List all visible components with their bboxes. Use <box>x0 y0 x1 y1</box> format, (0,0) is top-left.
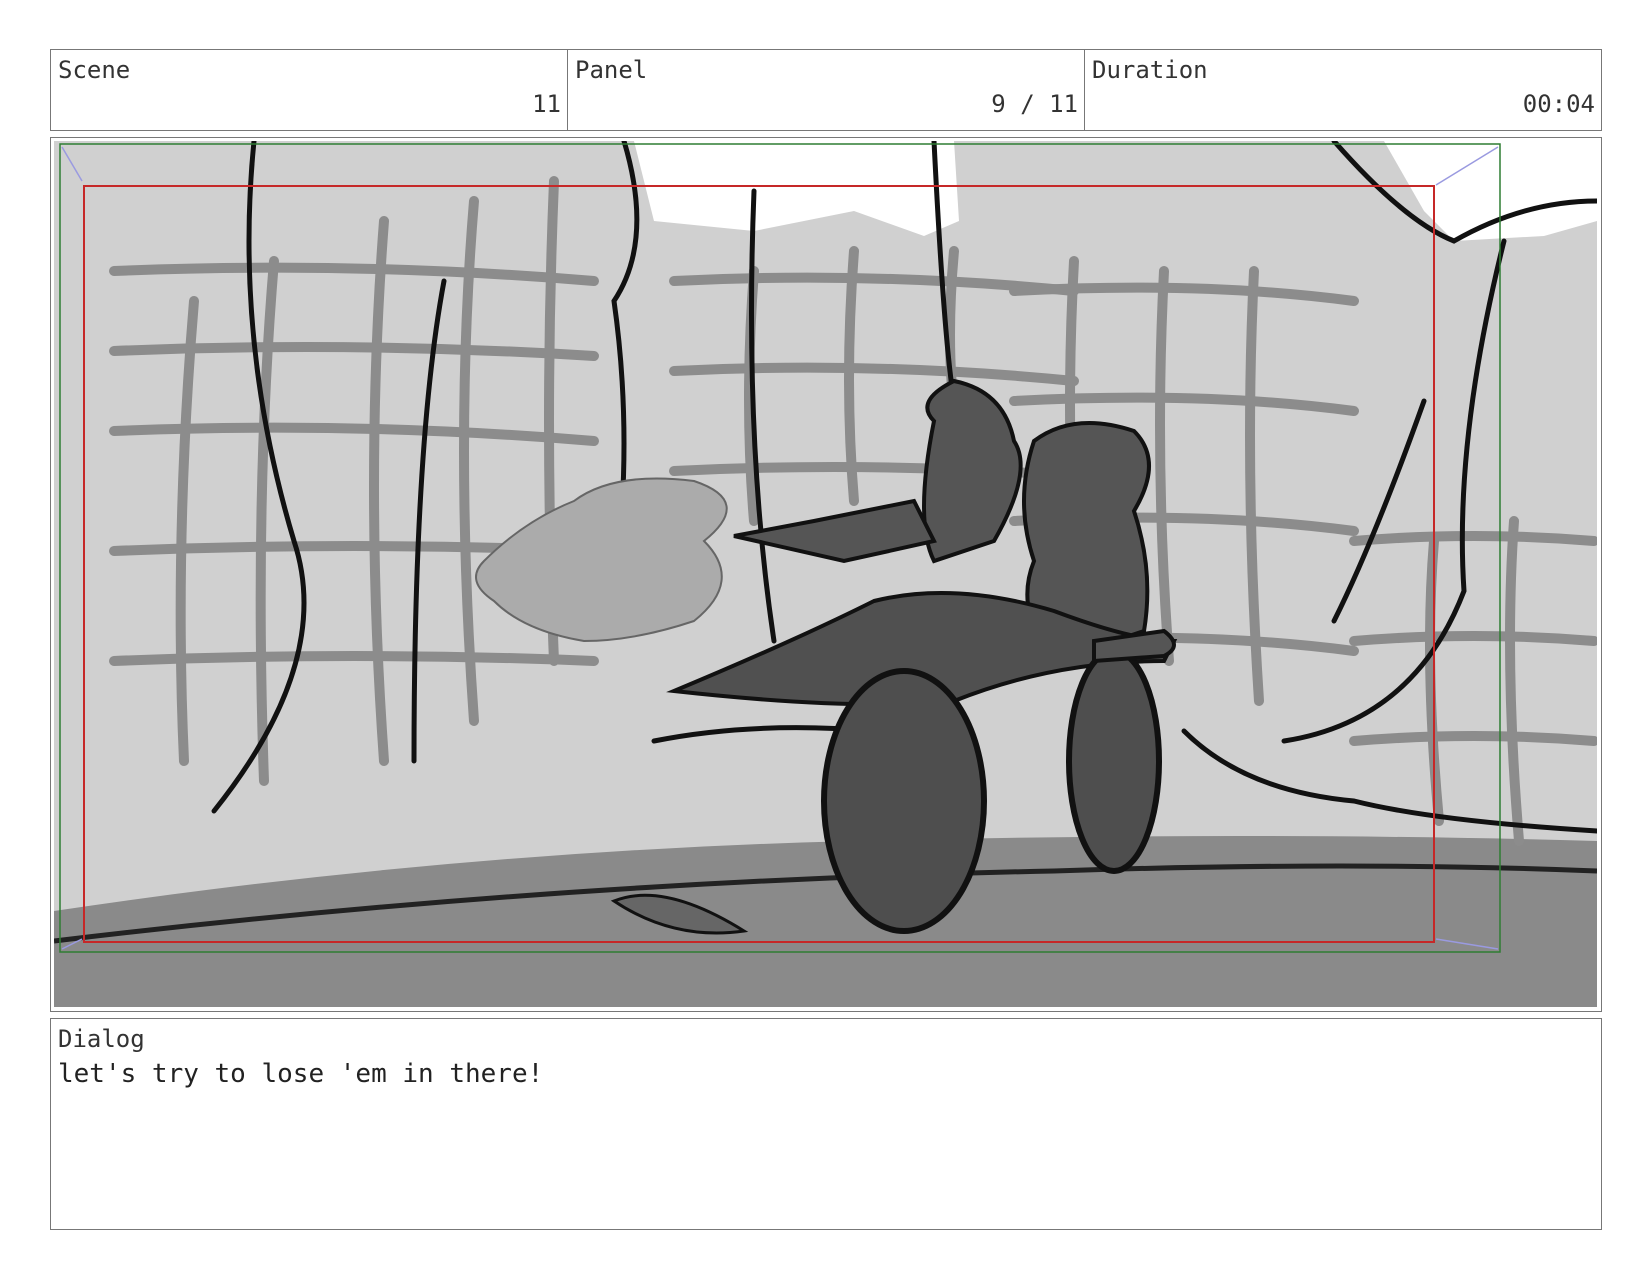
sky-gap-center <box>634 141 959 236</box>
panel-header: Scene 11 Panel 9 / 11 Duration 00:04 <box>50 49 1602 131</box>
dialog-text: let's try to lose 'em in there! <box>58 1059 544 1089</box>
storyboard-frame <box>50 137 1602 1012</box>
storyboard-sketch <box>54 141 1597 1007</box>
scene-value: 11 <box>532 90 561 118</box>
panel-value: 9 / 11 <box>991 90 1078 118</box>
panel-cell: Panel 9 / 11 <box>568 50 1085 130</box>
duration-cell: Duration 00:04 <box>1085 50 1601 130</box>
panel-label: Panel <box>575 56 648 84</box>
dialog-box: Dialog let's try to lose 'em in there! <box>50 1018 1602 1230</box>
duration-value: 00:04 <box>1522 90 1595 118</box>
scene-label: Scene <box>58 56 131 84</box>
scene-cell: Scene 11 <box>51 50 568 130</box>
duration-label: Duration <box>1092 56 1208 84</box>
dialog-label: Dialog <box>58 1025 145 1053</box>
